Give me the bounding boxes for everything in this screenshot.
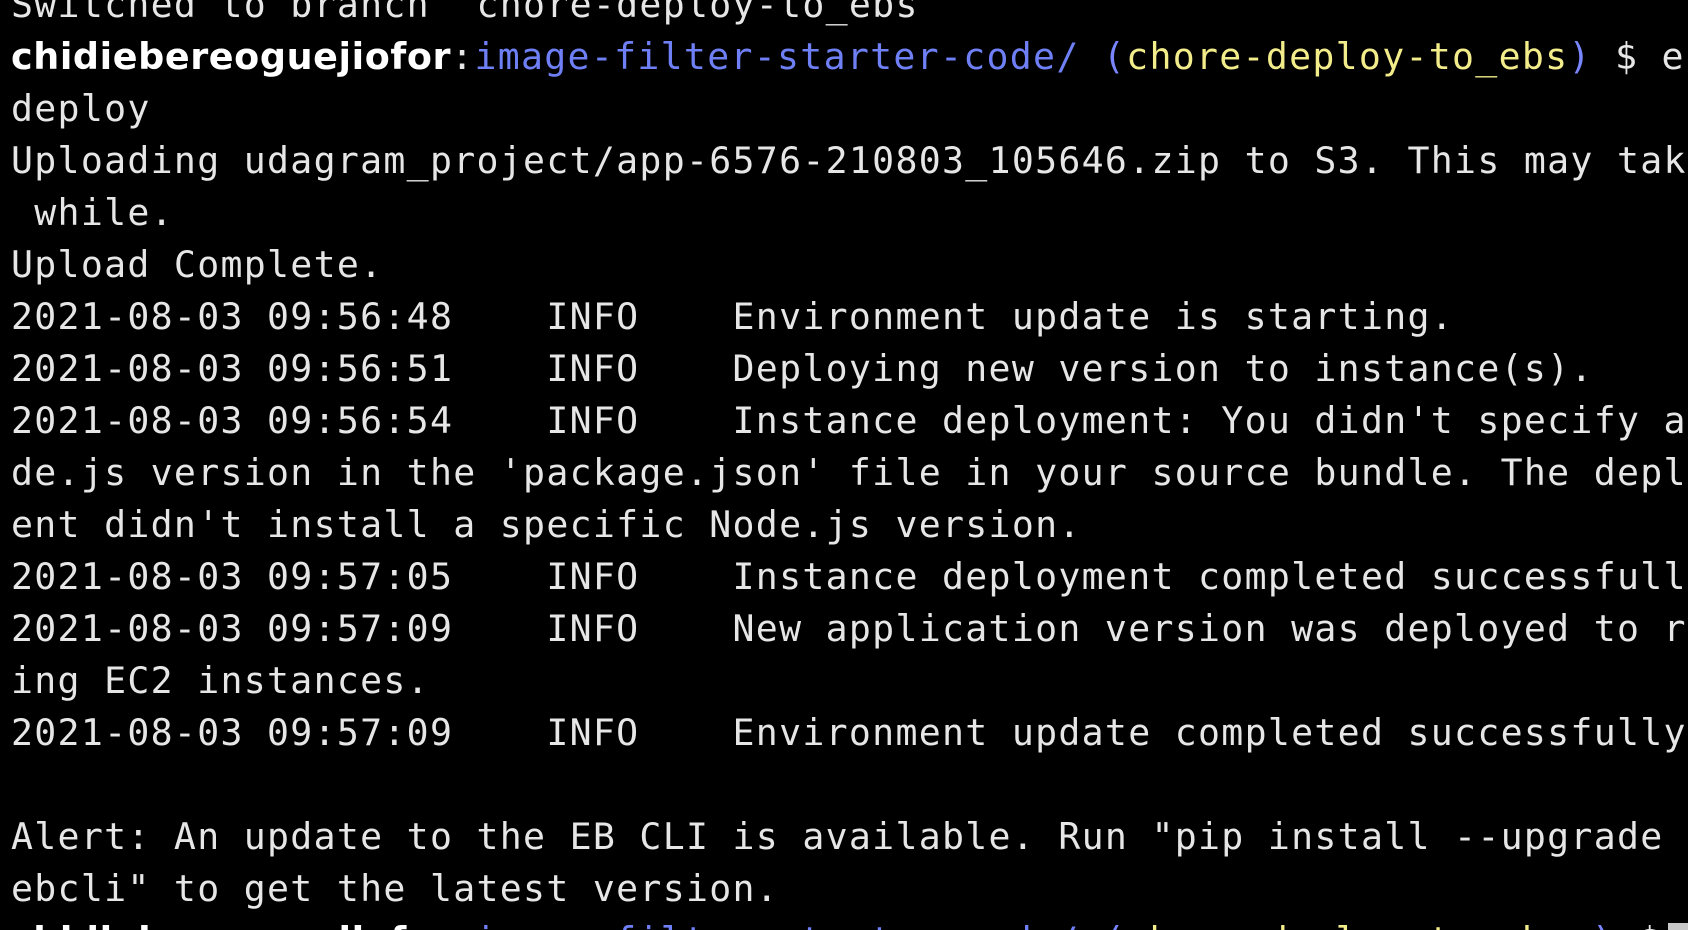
prompt-branch: chore-deploy-to_ebs (1126, 35, 1569, 78)
log-line: 2021-08-03 09:56:48 INFO Environment upd… (11, 295, 1455, 338)
terminal-window[interactable]: Switched to branch 'chore-deploy-to_ebs'… (0, 0, 1688, 930)
dirty-marker-icon: ✗ (1568, 919, 1591, 930)
prompt-separator: : (451, 919, 474, 930)
prompt-branch: chore-deploy-to_ebs (1126, 919, 1568, 930)
prompt-paren-open: ( (1080, 919, 1127, 930)
text-cursor[interactable] (1667, 922, 1688, 930)
prompt-separator: : (451, 35, 475, 78)
prompt-line: chidiebereoguejiofor:image-filter-starte… (11, 31, 1688, 83)
output-line: while. (11, 191, 174, 234)
terminal-output: Switched to branch 'chore-deploy-to_ebs'… (11, 0, 1688, 930)
prompt-symbol: $ (1615, 919, 1662, 930)
log-line: 2021-08-03 09:56:54 INFO Instance deploy… (11, 399, 1688, 442)
log-line: de.js version in the 'package.json' file… (11, 451, 1688, 494)
log-line: 2021-08-03 09:56:51 INFO Deploying new v… (11, 347, 1594, 390)
prompt-paren-close: ) (1568, 35, 1592, 78)
prompt-user: chidiebereoguejiofor (11, 919, 451, 930)
output-line: Upload Complete. (11, 243, 384, 286)
log-line: ing EC2 instances. (11, 659, 430, 702)
log-line: 2021-08-03 09:57:05 INFO Instance deploy… (11, 555, 1688, 598)
previous-output-line: Switched to branch 'chore-deploy-to_ebs' (11, 0, 942, 26)
prompt-user: chidiebereoguejiofor (11, 35, 452, 78)
prompt-symbol: $ (1591, 35, 1662, 78)
log-line: ent didn't install a specific Node.js ve… (11, 503, 1082, 546)
prompt-paren-open: ( (1079, 35, 1127, 78)
prompt-path: image-filter-starter-code/ (474, 35, 1080, 78)
alert-line: Alert: An update to the EB CLI is availa… (11, 815, 1688, 858)
prompt-paren-close: ) (1592, 919, 1615, 930)
log-line: 2021-08-03 09:57:09 INFO New application… (11, 607, 1688, 650)
command-text: eb (1661, 35, 1688, 78)
command-continuation: deploy (11, 87, 151, 130)
prompt-path: image-filter-starter-code/ (474, 919, 1079, 930)
alert-line: ebcli" to get the latest version. (11, 867, 780, 910)
final-prompt-line[interactable]: chidiebereoguejiofor:image-filter-starte… (11, 915, 1688, 930)
log-line: 2021-08-03 09:57:09 INFO Environment upd… (11, 711, 1688, 754)
output-line: Uploading udagram_project/app-6576-21080… (11, 139, 1688, 182)
